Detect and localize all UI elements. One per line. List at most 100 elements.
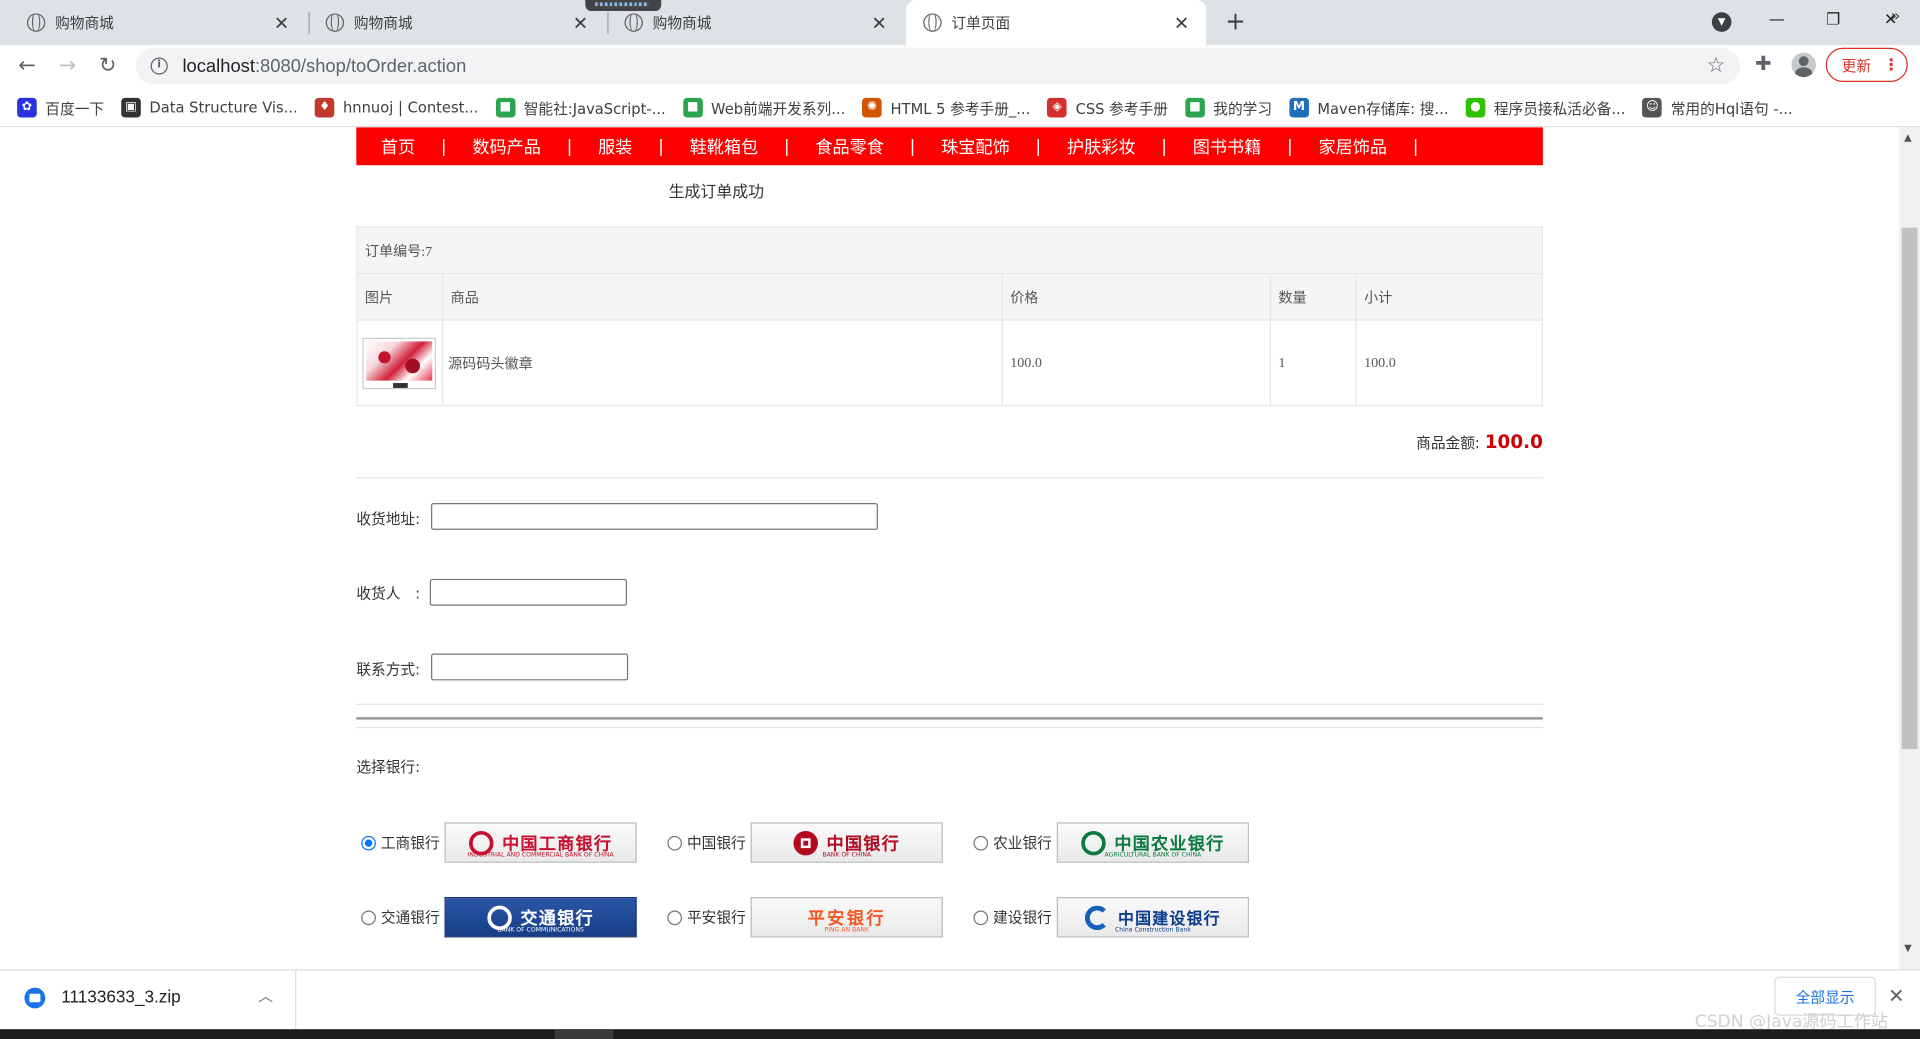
close-icon[interactable]: ✕ (869, 13, 889, 33)
bookmark-item[interactable]: ◈ CSS 参考手册 (1047, 97, 1168, 118)
bank-label: 中国银行 (686, 834, 746, 852)
browser-window: 购物商城 ✕ 购物商城 ✕ 购物商城 ✕ 订单页面 ✕ + ▼ — ❐ ✕ ← … (0, 0, 1920, 1039)
col-product: 商品 (442, 272, 1003, 321)
update-label: 更新 (1841, 56, 1872, 75)
close-icon[interactable]: ✕ (571, 13, 591, 33)
tab-strip: 购物商城 ✕ 购物商城 ✕ 购物商城 ✕ 订单页面 ✕ + ▼ — ❐ ✕ (0, 0, 1920, 46)
scrollbar-thumb[interactable] (1901, 227, 1918, 749)
menu-item[interactable]: 珠宝配饰 (941, 134, 1010, 158)
page-scrollbar[interactable]: ▲ ▼ (1899, 127, 1920, 970)
bank-logo-subtext: AGRICULTURAL BANK OF CHINA (1104, 851, 1202, 860)
extensions-puzzle-icon[interactable]: ✚ (1751, 51, 1775, 75)
update-button[interactable]: 更新 ⋮ (1825, 47, 1908, 82)
menu-separator: | (1286, 136, 1293, 157)
bank-label: 工商银行 (380, 834, 440, 852)
bookmark-item[interactable]: ☺ 常用的Hql语句 -... (1642, 97, 1793, 118)
bank-radio[interactable] (973, 909, 989, 925)
globe-icon (923, 13, 942, 32)
reload-icon[interactable]: ↻ (92, 50, 124, 82)
bookmark-item[interactable]: ■ 我的学习 (1185, 97, 1272, 118)
bank-radio[interactable] (361, 835, 376, 850)
bookmark-label: HTML 5 参考手册_... (890, 99, 1031, 117)
profile-avatar-icon[interactable] (1791, 52, 1816, 78)
menu-item[interactable]: 鞋靴箱包 (690, 134, 759, 158)
bookmark-star-icon[interactable]: ☆ (1707, 54, 1726, 78)
bank-radio[interactable] (667, 835, 683, 850)
bank-logo[interactable]: 中国建设银行 China Construction Bank (1056, 897, 1250, 938)
bookmark-item[interactable]: ▣ Data Structure Vis... (121, 97, 298, 118)
bookmark-item[interactable]: ✺ HTML 5 参考手册_... (862, 97, 1030, 118)
bank-logo[interactable]: 中国工商银行 INDUSTRIAL AND COMMERCIAL BANK OF … (444, 822, 637, 863)
menu-item[interactable]: 服装 (598, 134, 632, 158)
menu-item[interactable]: 家居饰品 (1318, 134, 1387, 158)
site-info-icon[interactable]: i (150, 57, 168, 75)
total-label: 商品金额: (1416, 434, 1480, 452)
address-input[interactable] (431, 502, 878, 530)
product-image-cell (356, 319, 444, 407)
bank-option[interactable]: 农业银行 中国农业银行 AGRICULTURAL BANK OF CHINA (969, 822, 1250, 863)
order-success-message: 生成订单成功 (668, 183, 765, 202)
close-icon[interactable]: ✕ (272, 13, 292, 33)
tab-search-icon[interactable]: ▼ (1711, 12, 1732, 32)
order-table: 订单编号:7 图片 商品 价格 数量 小计 源码码头徽章 100.0 1 100… (356, 226, 1543, 407)
bank-radio[interactable] (667, 909, 683, 925)
bank-radio[interactable] (361, 909, 376, 925)
forward-arrow-icon[interactable]: → (51, 50, 83, 82)
bank-select-title: 选择银行: (356, 758, 421, 776)
menu-item[interactable]: 首页 (381, 134, 415, 158)
bank-logo[interactable]: 中国农业银行 AGRICULTURAL BANK OF CHINA (1056, 822, 1250, 863)
menu-item[interactable]: 护肤彩妆 (1067, 134, 1136, 158)
menu-separator: | (783, 136, 790, 157)
menu-item[interactable]: 数码产品 (472, 134, 541, 158)
chevron-up-icon[interactable]: ︿ (258, 985, 273, 1006)
bookmark-item[interactable]: ■ 智能社:JavaScript-... (495, 97, 666, 118)
bank-option[interactable]: 平安银行 平安银行 PING AN BANK (662, 897, 943, 938)
bank-radio[interactable] (973, 835, 989, 850)
product-name[interactable]: 源码码头徽章 (442, 319, 1003, 407)
bank-logo[interactable]: 平安银行 PING AN BANK (750, 897, 943, 938)
scroll-up-arrow-icon[interactable]: ▲ (1904, 132, 1912, 143)
tab-1[interactable]: 购物商城 ✕ (0, 0, 306, 45)
bookmarks-more-chevron-icon[interactable]: » (1891, 7, 1901, 25)
bank-logo-subtext: PING AN BANK (824, 926, 869, 934)
bank-option[interactable]: 工商银行 中国工商银行 INDUSTRIAL AND COMMERCIAL BANK… (356, 822, 637, 863)
usf-icon: ▣ (121, 97, 141, 118)
tab-4-active[interactable]: 订单页面 ✕ (906, 0, 1207, 46)
bookmark-item[interactable]: ■ Web前端开发系列... (682, 97, 845, 118)
close-icon[interactable]: ✕ (1172, 13, 1192, 33)
bank-option[interactable]: 中国银行 中国银行 BANK OF CHINA (662, 822, 943, 863)
restore-icon[interactable]: ❐ (1816, 5, 1850, 37)
menu-separator: | (566, 136, 573, 157)
back-arrow-icon[interactable]: ← (11, 50, 43, 82)
bookmark-item[interactable]: M Maven存储库: 搜... (1289, 97, 1449, 118)
url-text[interactable]: localhost:8080/shop/toOrder.action (182, 56, 466, 77)
bank-logo[interactable]: 交通银行 BANK OF COMMUNICATIONS (444, 897, 637, 938)
download-filename[interactable]: 11133633_3.zip (61, 986, 180, 1006)
bank-logo[interactable]: 中国银行 BANK OF CHINA (750, 822, 943, 863)
scroll-down-arrow-icon[interactable]: ▼ (1904, 942, 1912, 953)
close-icon[interactable]: ✕ (1888, 984, 1904, 1007)
col-image: 图片 (356, 272, 444, 321)
bookmark-item[interactable]: ✿ 百度一下 (17, 97, 104, 118)
address-bar[interactable]: i localhost:8080/shop/toOrder.action ☆ (135, 47, 1741, 85)
divider (356, 703, 1543, 705)
bookmark-item[interactable]: ♦ hnnuoj | Contest... (314, 97, 478, 118)
bank-option[interactable]: 交通银行 交通银行 BANK OF COMMUNICATIONS (356, 897, 637, 938)
bank-label: 平安银行 (686, 909, 746, 927)
minimize-icon[interactable]: — (1760, 5, 1794, 37)
tab-title: 购物商城 (652, 14, 712, 32)
bookmark-item[interactable]: ● 程序员接私活必备... (1465, 97, 1625, 118)
tab-3[interactable]: 购物商城 ✕ (598, 0, 904, 45)
bank-option[interactable]: 建设银行 中国建设银行 China Construction Bank (969, 897, 1250, 938)
phone-input[interactable] (431, 653, 629, 681)
menu-separator: | (1035, 136, 1042, 157)
tab-2[interactable]: 购物商城 ✕ (299, 0, 605, 45)
product-thumbnail[interactable] (362, 337, 436, 389)
zip-file-icon (24, 987, 46, 1009)
new-tab-plus-icon[interactable]: + (1222, 7, 1249, 34)
receiver-input[interactable] (429, 578, 627, 606)
tab-title: 订单页面 (951, 14, 1011, 32)
menu-item[interactable]: 图书书籍 (1193, 134, 1262, 158)
menu-item[interactable]: 食品零食 (815, 134, 884, 158)
bank-label: 交通银行 (380, 909, 440, 927)
